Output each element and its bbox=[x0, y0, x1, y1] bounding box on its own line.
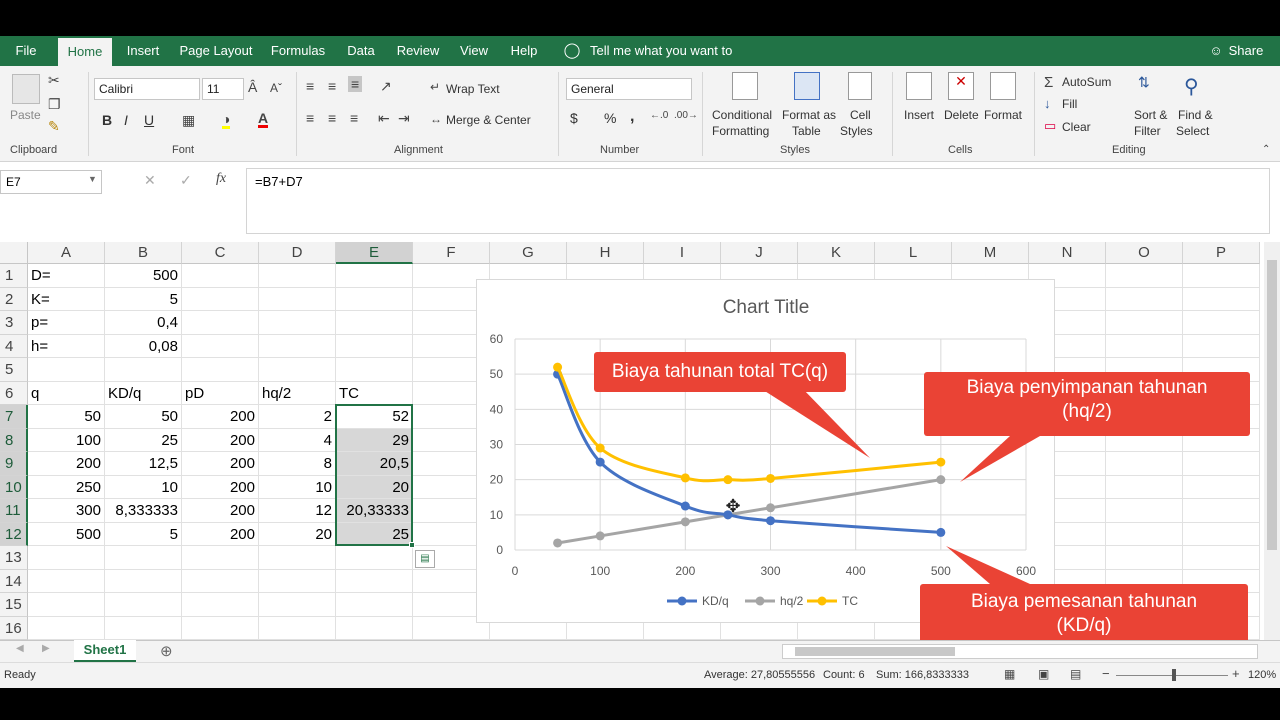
sheet-tab-bar: ◀ ▶ Sheet1 ⊕ bbox=[0, 640, 1280, 662]
status-sum: Sum: 166,8333333 bbox=[876, 669, 969, 681]
status-average: Average: 27,80555556 bbox=[704, 669, 816, 681]
zoom-level[interactable]: 120% bbox=[1248, 669, 1276, 681]
bottom-letterbox bbox=[0, 688, 1280, 720]
zoom-slider-thumb[interactable] bbox=[1172, 669, 1176, 681]
zoom-out-icon[interactable]: − bbox=[1102, 666, 1110, 681]
storage-callout: Biaya penyimpanan tahunan (hq/2) bbox=[924, 372, 1250, 436]
tc-callout-pointer bbox=[760, 388, 870, 458]
ordering-callout-pointer bbox=[946, 546, 1030, 584]
horizontal-scroll-thumb[interactable] bbox=[795, 647, 955, 656]
next-sheet-icon[interactable]: ▶ bbox=[42, 643, 50, 654]
prev-sheet-icon[interactable]: ◀ bbox=[16, 643, 24, 654]
tc-callout: Biaya tahunan total TC(q) bbox=[594, 352, 846, 392]
status-count: Count: 6 bbox=[823, 669, 865, 681]
add-sheet-icon[interactable]: ⊕ bbox=[160, 642, 173, 660]
horizontal-scrollbar[interactable] bbox=[782, 644, 1258, 659]
normal-view-icon[interactable]: ▦ bbox=[1004, 667, 1015, 681]
page-break-view-icon[interactable]: ▤ bbox=[1070, 667, 1081, 681]
status-ready: Ready bbox=[4, 669, 36, 681]
excel-window: File Home Insert Page Layout Formulas Da… bbox=[0, 0, 1280, 720]
ordering-callout: Biaya pemesanan tahunan (KD/q) bbox=[920, 584, 1248, 648]
sheet-tab-sheet1[interactable]: Sheet1 bbox=[74, 640, 136, 662]
storage-callout-pointer bbox=[960, 436, 1040, 482]
zoom-in-icon[interactable]: + bbox=[1232, 666, 1240, 681]
page-layout-view-icon[interactable]: ▣ bbox=[1038, 667, 1049, 681]
status-bar: Ready Average: 27,80555556 Count: 6 Sum:… bbox=[0, 662, 1280, 688]
